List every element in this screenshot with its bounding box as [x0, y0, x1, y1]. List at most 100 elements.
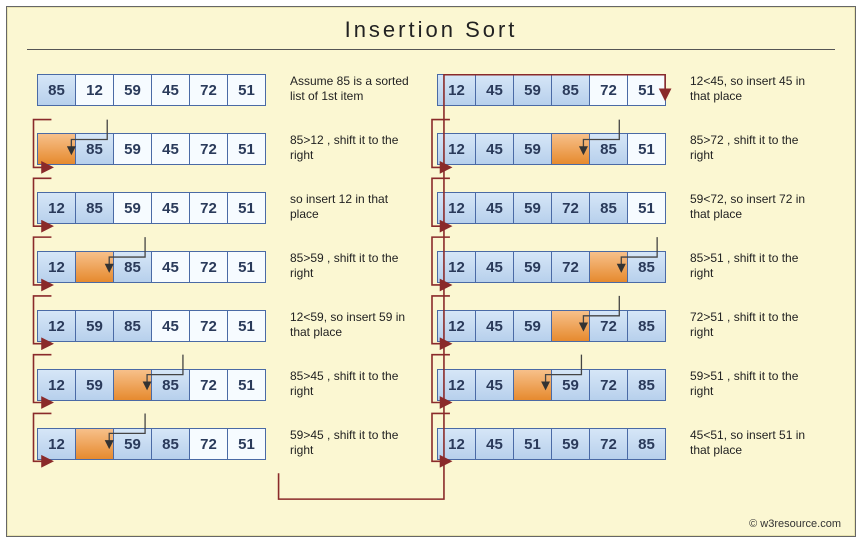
- page-title: Insertion Sort: [7, 7, 855, 49]
- array-cell: 85: [151, 428, 189, 460]
- array: 1285457251: [37, 251, 266, 283]
- step-description: 85>51 , shift it to the right: [690, 251, 820, 281]
- array-cell: 59: [513, 74, 551, 106]
- step-row: 12455985725112<45, so insert 45 in that …: [437, 74, 837, 106]
- array-cell: 85: [75, 133, 113, 165]
- array-cell: 12: [37, 192, 75, 224]
- array-cell: 12: [37, 428, 75, 460]
- array-cell: 59: [113, 428, 151, 460]
- step-description: Assume 85 is a sorted list of 1st item: [290, 74, 420, 104]
- array-cell: 51: [227, 310, 265, 342]
- array-cell: 12: [437, 251, 475, 283]
- array-cell: 51: [627, 133, 665, 165]
- array-cell: 51: [627, 192, 665, 224]
- array-cell: 72: [589, 369, 627, 401]
- step-description: 85>59 , shift it to the right: [290, 251, 420, 281]
- step-description: 45<51, so insert 51 in that place: [690, 428, 820, 458]
- array-cell: 45: [475, 192, 513, 224]
- array-cell: 12: [37, 251, 75, 283]
- array-cell: 12: [437, 192, 475, 224]
- array-cell: 45: [151, 251, 189, 283]
- array-cell: 51: [227, 74, 265, 106]
- array: 128559457251: [37, 192, 266, 224]
- step-row: 12598545725112<59, so insert 59 in that …: [37, 310, 437, 342]
- array-cell: 59: [113, 133, 151, 165]
- step-row: 855945725185>12 , shift it to the right: [37, 133, 437, 165]
- diagram-frame: Insertion Sort 851259457251Assume 85 is …: [6, 6, 856, 537]
- array-cell: 72: [551, 251, 589, 283]
- step-row: 128545725185>59 , shift it to the right: [37, 251, 437, 283]
- array-cell: 85: [627, 310, 665, 342]
- array: 1245597285: [437, 369, 666, 401]
- array: 124559728551: [437, 192, 666, 224]
- array-cell: 45: [475, 428, 513, 460]
- array-cell: 59: [513, 133, 551, 165]
- array-cell: 51: [227, 428, 265, 460]
- array: 8559457251: [37, 133, 266, 165]
- array-cell: 12: [75, 74, 113, 106]
- array-cell: 72: [189, 74, 227, 106]
- array-cell: 85: [37, 74, 75, 106]
- array-cell: 59: [113, 74, 151, 106]
- step-description: 59>45 , shift it to the right: [290, 428, 420, 458]
- array-cell: 45: [475, 133, 513, 165]
- array: 125985457251: [37, 310, 266, 342]
- array-cell: [75, 428, 113, 460]
- step-row: 12455972855159<72, so insert 72 in that …: [437, 192, 837, 224]
- array-cell: 51: [227, 369, 265, 401]
- array: 851259457251: [37, 74, 266, 106]
- step-description: so insert 12 in that place: [290, 192, 420, 222]
- array-cell: 12: [437, 310, 475, 342]
- array-cell: [75, 251, 113, 283]
- array-cell: 72: [589, 74, 627, 106]
- array-cell: 85: [627, 369, 665, 401]
- step-description: 12<45, so insert 45 in that place: [690, 74, 820, 104]
- step-description: 72>51 , shift it to the right: [690, 310, 820, 340]
- array-cell: 59: [513, 251, 551, 283]
- step-description: 59>51 , shift it to the right: [690, 369, 820, 399]
- step-row: 851259457251 Assume 85 is a sorted list o…: [37, 74, 437, 106]
- array-cell: 59: [551, 369, 589, 401]
- array-cell: 59: [113, 192, 151, 224]
- step-row: 124559728559>51 , shift it to the right: [437, 369, 837, 401]
- array: 124551597285: [437, 428, 666, 460]
- right-column: 12455985725112<45, so insert 45 in that …: [437, 74, 837, 460]
- step-description: 85>45 , shift it to the right: [290, 369, 420, 399]
- array-cell: [551, 133, 589, 165]
- array-cell: [113, 369, 151, 401]
- array-cell: 59: [551, 428, 589, 460]
- step-row: 128559457251 so insert 12 in that place: [37, 192, 437, 224]
- array-cell: 51: [227, 192, 265, 224]
- array: 124559 8551: [437, 133, 666, 165]
- array-cell: 72: [189, 251, 227, 283]
- footer-credit: © w3resource.com: [749, 518, 841, 530]
- step-row: 125985725185>45 , shift it to the right: [37, 369, 437, 401]
- array-cell: 12: [437, 428, 475, 460]
- array-cell: 51: [513, 428, 551, 460]
- array-cell: 85: [151, 369, 189, 401]
- array-cell: 85: [589, 133, 627, 165]
- array-cell: 45: [475, 310, 513, 342]
- array-cell: 72: [189, 192, 227, 224]
- array-cell: 85: [75, 192, 113, 224]
- array-cell: 59: [75, 310, 113, 342]
- array-cell: 45: [475, 369, 513, 401]
- array-cell: 72: [551, 192, 589, 224]
- array-cell: 72: [189, 133, 227, 165]
- array-cell: 12: [437, 74, 475, 106]
- step-description: 85>72 , shift it to the right: [690, 133, 820, 163]
- array-cell: 45: [475, 251, 513, 283]
- step-row: 124559728585>51 , shift it to the right: [437, 251, 837, 283]
- array: 1245597285: [437, 310, 666, 342]
- array-cell: 12: [437, 133, 475, 165]
- columns: 851259457251Assume 85 is a sorted list o…: [7, 50, 855, 460]
- array-cell: 72: [189, 310, 227, 342]
- array-cell: 85: [113, 310, 151, 342]
- array-cell: 59: [513, 192, 551, 224]
- array-cell: 51: [227, 133, 265, 165]
- step-row: 124551597285 45<51, so insert 51 in that …: [437, 428, 837, 460]
- array-cell: 45: [151, 133, 189, 165]
- array-cell: 72: [589, 428, 627, 460]
- array-cell: 85: [627, 428, 665, 460]
- array-cell: 85: [113, 251, 151, 283]
